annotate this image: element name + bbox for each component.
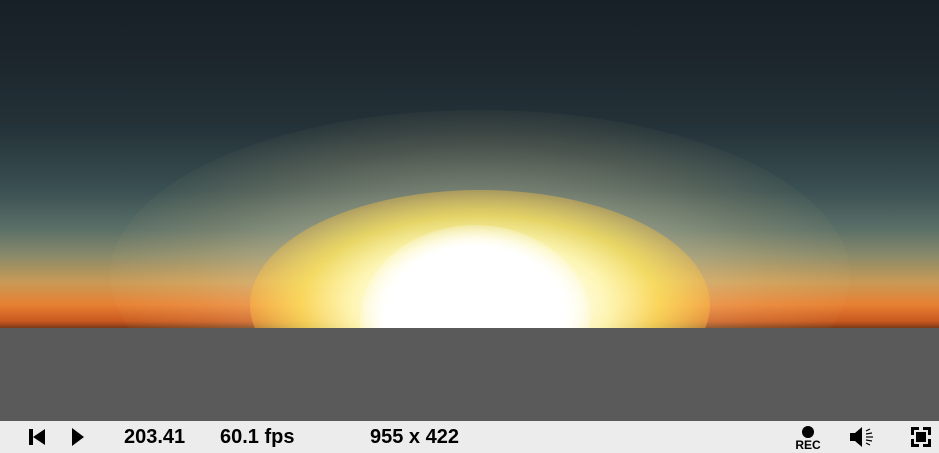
rewind-button[interactable] [24,421,50,453]
play-icon [72,428,84,446]
fullscreen-button[interactable] [906,421,936,453]
shader-viewer: 203.41 60.1 fps 955 x 422 REC [0,0,939,453]
record-button[interactable]: REC [788,421,828,453]
resolution-value: 955 x 422 [370,425,459,448]
play-button[interactable] [64,421,90,453]
volume-icon [850,427,873,447]
player-toolbar: 203.41 60.1 fps 955 x 422 REC [0,421,939,453]
skip-to-start-icon [29,429,45,445]
record-icon [802,426,814,438]
fps-readout: 60.1 fps [220,421,320,453]
record-label: REC [795,438,821,452]
time-readout: 203.41 [124,421,204,453]
fullscreen-icon [911,427,931,447]
ground-plane [0,328,939,421]
resolution-readout: 955 x 422 [370,421,490,453]
fps-value: 60.1 fps [220,425,295,448]
render-canvas[interactable] [0,0,939,421]
time-value: 203.41 [124,425,186,448]
volume-button[interactable] [846,421,880,453]
